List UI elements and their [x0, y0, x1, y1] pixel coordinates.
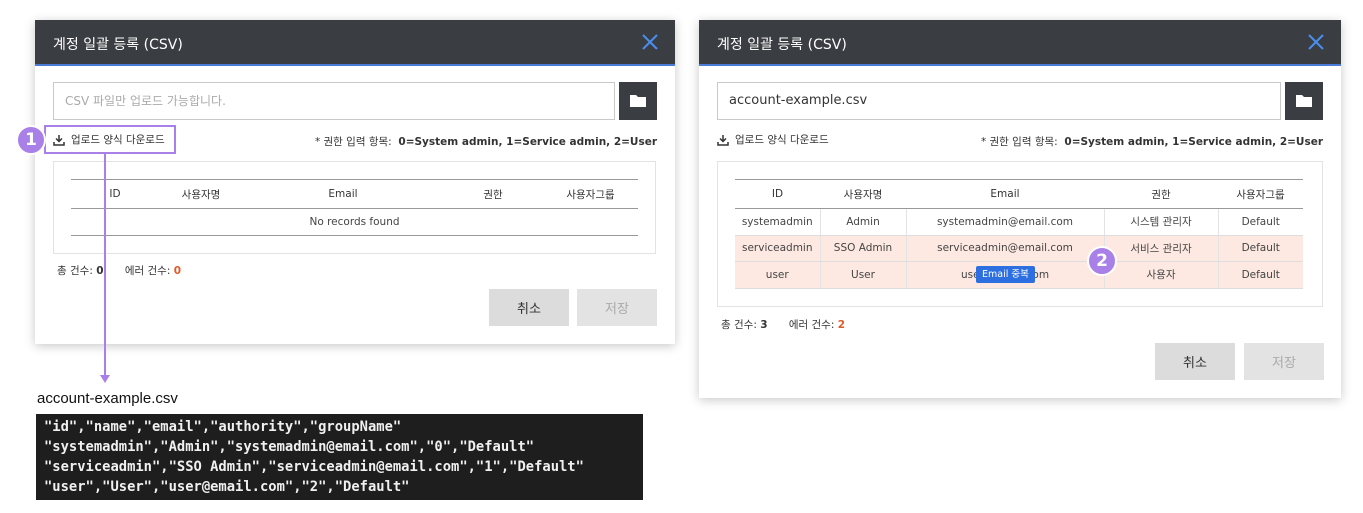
cell-email: systemadmin@email.com	[905, 208, 1104, 236]
cell-group: Default	[1217, 235, 1303, 262]
col-header-email[interactable]: Email	[906, 179, 1104, 209]
download-icon	[717, 134, 729, 146]
cell-group: Default	[1217, 261, 1303, 289]
error-count-value: 0	[173, 265, 182, 277]
authority-note-prefix: * 권한 입력 항목:	[980, 136, 1058, 148]
download-template-label: 업로드 양식 다운로드	[735, 134, 829, 146]
authority-note: * 권한 입력 항목: 0=System admin, 1=Service ad…	[981, 134, 1323, 149]
close-icon[interactable]	[641, 33, 659, 51]
csv-line: "systemadmin","Admin","systemadmin@email…	[44, 439, 535, 455]
col-header-id[interactable]: ID	[71, 179, 159, 209]
cell-authority: 서비스 관리자	[1103, 235, 1218, 262]
csv-line: "user","User","user@email.com","2","Defa…	[44, 479, 410, 495]
authority-note: * 권한 입력 항목: 0=System admin, 1=Service ad…	[315, 134, 657, 149]
csv-line: "serviceadmin","SSO Admin","serviceadmin…	[44, 459, 584, 475]
error-count-label: 에러 건수:	[788, 319, 835, 331]
cell-authority: 사용자	[1103, 261, 1218, 289]
csv-filename-label: account-example.csv	[37, 390, 178, 407]
col-header-id[interactable]: ID	[735, 179, 820, 209]
preview-grid: ID 사용자명 Email 권한 사용자그룹 No records found	[53, 161, 656, 254]
total-count-label: 총 건수:	[721, 319, 757, 331]
table-row-error[interactable]: serviceadmin SSO Admin serviceadmin@emai…	[735, 235, 1303, 262]
file-path-input[interactable]: account-example.csv	[717, 82, 1281, 120]
browse-file-button[interactable]	[1285, 82, 1323, 120]
cell-name: Admin	[819, 208, 906, 236]
save-button[interactable]: 저장	[1244, 343, 1324, 380]
close-icon[interactable]	[1307, 33, 1325, 51]
cell-id: serviceadmin	[735, 235, 820, 262]
empty-message: No records found	[71, 208, 638, 236]
dialog-header: 계정 일괄 등록 (CSV)	[35, 20, 675, 66]
cell-id: user	[735, 261, 820, 289]
cell-authority: 시스템 관리자	[1103, 208, 1218, 236]
step-badge-1: 1	[16, 125, 46, 155]
arrow-down-icon	[100, 375, 110, 383]
cell-email: serviceadmin@email.com	[905, 235, 1104, 262]
record-counts: 총 건수: 3 에러 건수: 2	[721, 317, 845, 332]
col-header-email[interactable]: Email	[243, 179, 443, 209]
preview-table: ID 사용자명 Email 권한 사용자그룹 No records found	[71, 179, 638, 236]
col-header-authority[interactable]: 권한	[1104, 179, 1218, 209]
total-count-label: 총 건수:	[57, 265, 93, 277]
dialog-title: 계정 일괄 등록 (CSV)	[53, 37, 183, 53]
table-row[interactable]: systemadmin Admin systemadmin@email.com …	[735, 208, 1303, 236]
col-header-group[interactable]: 사용자그룹	[543, 179, 638, 209]
col-header-name[interactable]: 사용자명	[820, 179, 906, 209]
step-badge-2: 2	[1087, 246, 1117, 276]
total-count-value: 3	[760, 319, 768, 331]
error-count-label: 에러 건수:	[124, 265, 171, 277]
col-header-group[interactable]: 사용자그룹	[1218, 179, 1303, 209]
download-template-link[interactable]: 업로드 양식 다운로드	[717, 132, 829, 147]
duplicate-email-tooltip: Email 중복	[976, 266, 1035, 283]
cell-id: systemadmin	[735, 208, 820, 236]
authority-note-values: 0=System admin, 1=Service admin, 2=User	[398, 136, 657, 148]
record-counts: 총 건수: 0 에러 건수: 0	[57, 263, 181, 278]
csv-upload-dialog-empty: 계정 일괄 등록 (CSV) CSV 파일만 업로드 가능합니다. 업로드 양식…	[35, 20, 675, 344]
folder-icon	[1296, 95, 1312, 107]
file-path-input[interactable]: CSV 파일만 업로드 가능합니다.	[53, 82, 615, 120]
dialog-header: 계정 일괄 등록 (CSV)	[699, 20, 1341, 66]
csv-line: "id","name","email","authority","groupNa…	[44, 419, 402, 435]
total-count-value: 0	[96, 265, 104, 277]
col-header-name[interactable]: 사용자명	[159, 179, 243, 209]
error-count-value: 2	[837, 319, 846, 331]
cell-name: User	[819, 261, 906, 289]
authority-note-values: 0=System admin, 1=Service admin, 2=User	[1064, 136, 1323, 148]
download-link-highlight	[44, 125, 176, 154]
csv-upload-dialog-loaded: 계정 일괄 등록 (CSV) account-example.csv 업로드 양…	[699, 20, 1341, 398]
folder-icon	[630, 95, 646, 107]
browse-file-button[interactable]	[619, 82, 657, 120]
connector-line	[104, 154, 106, 376]
csv-code-block: "id","name","email","authority","groupNa…	[36, 414, 643, 500]
cancel-button[interactable]: 취소	[489, 289, 569, 326]
col-header-authority[interactable]: 권한	[443, 179, 543, 209]
dialog-title: 계정 일괄 등록 (CSV)	[717, 37, 847, 53]
cell-name: SSO Admin	[819, 235, 906, 262]
cancel-button[interactable]: 취소	[1155, 343, 1235, 380]
cell-group: Default	[1217, 208, 1303, 236]
authority-note-prefix: * 권한 입력 항목:	[314, 136, 392, 148]
save-button[interactable]: 저장	[577, 289, 657, 326]
preview-grid: ID 사용자명 Email 권한 사용자그룹 systemadmin Admin…	[717, 161, 1323, 307]
